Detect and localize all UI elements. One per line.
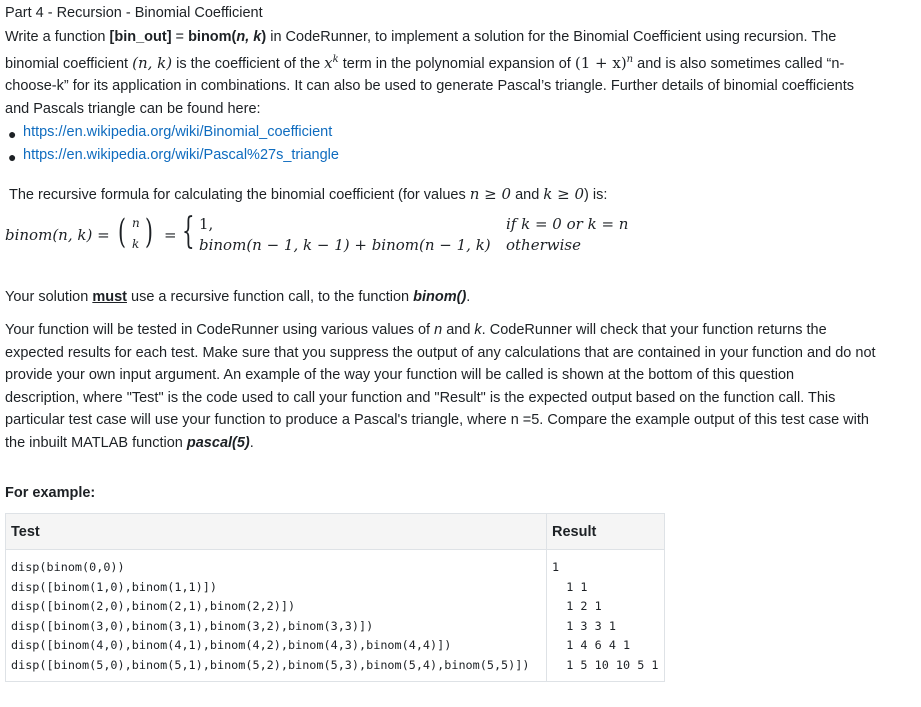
column-header-test: Test: [5, 513, 547, 550]
table-row: disp(binom(0,0)) disp([binom(1,0),binom(…: [5, 549, 665, 682]
table-header-row: Test Result: [5, 513, 665, 550]
column-header-result: Result: [546, 513, 665, 550]
intro-paragraph: Write a function [bin_out] = binom(n, k)…: [5, 29, 854, 117]
result-line: 1 3 3 1: [552, 618, 616, 633]
bullet-dot: ●: [8, 126, 17, 142]
result-line: 1 4 6 4 1: [552, 638, 631, 652]
brace-left: {: [182, 211, 195, 252]
code-line: disp([binom(4,0),binom(4,1),binom(4,2),b…: [11, 638, 452, 652]
question-text: Part 4 - Recursion - Binomial Coefficien…: [0, 0, 921, 707]
code-line: disp(binom(0,0)): [11, 560, 125, 574]
paren-right: ): [145, 212, 153, 252]
math-x-k: xk: [324, 53, 339, 72]
code-line: disp([binom(2,0),binom(2,1),binom(2,2)]): [11, 599, 296, 613]
code-line: disp([binom(3,0),binom(3,1),binom(3,2),b…: [11, 618, 374, 633]
link-binomial-coefficient[interactable]: https://en.wikipedia.org/wiki/Binomial_c…: [23, 124, 332, 140]
must-paragraph: Your solution must use a recursive funct…: [5, 289, 471, 305]
result-cell: 1 1 1 1 2 1 1 3 3 1 1 4 6 4 1 1 5 10 10 …: [546, 549, 665, 682]
link-pascals-triangle[interactable]: https://en.wikipedia.org/wiki/Pascal%27s…: [23, 147, 339, 163]
result-line: 1 5 10 10 5 1: [552, 657, 659, 672]
test-code-cell: disp(binom(0,0)) disp([binom(1,0),binom(…: [5, 549, 547, 682]
result-line: 1 2 1: [552, 599, 602, 613]
paren-left: (: [118, 212, 126, 252]
example-label: For example:: [5, 485, 96, 501]
result-line: 1 1: [552, 579, 588, 594]
math-n-k: (n, k): [132, 53, 173, 72]
example-table: Test Result disp(binom(0,0)) disp([binom…: [5, 513, 665, 682]
bullet-dot: ●: [8, 149, 17, 165]
code-line: disp([binom(1,0),binom(1,1)]): [11, 579, 217, 594]
testing-paragraph: Your function will be tested in CodeRunn…: [5, 322, 876, 451]
code-line: disp([binom(5,0),binom(5,1),binom(5,2),b…: [11, 657, 530, 672]
question-heading: Part 4 - Recursion - Binomial Coefficien…: [5, 5, 263, 21]
math-poly: (1 + x)n: [574, 53, 634, 72]
result-line: 1: [552, 560, 560, 574]
formula-intro: The recursive formula for calculating th…: [9, 185, 608, 203]
